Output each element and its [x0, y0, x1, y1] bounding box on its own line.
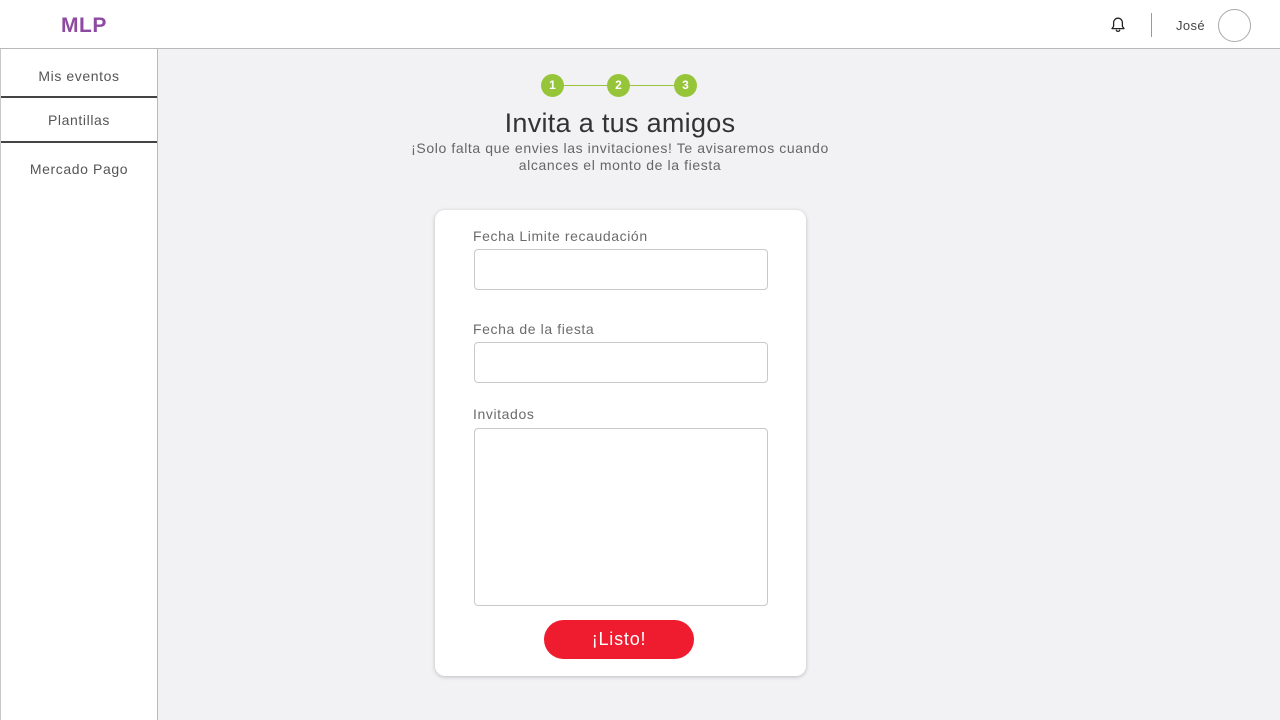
user-name: José	[1176, 18, 1206, 33]
step-1[interactable]: 1	[541, 74, 564, 97]
step-2[interactable]: 2	[607, 74, 630, 97]
avatar[interactable]	[1218, 9, 1251, 42]
guests-textarea[interactable]	[474, 428, 768, 606]
bell-icon[interactable]	[1109, 16, 1127, 34]
app-logo[interactable]: MLP	[61, 14, 107, 38]
sidebar-item-mercado-pago[interactable]: Mercado Pago	[1, 143, 157, 193]
party-date-label: Fecha de la fiesta	[473, 321, 595, 337]
deadline-label: Fecha Limite recaudación	[473, 228, 648, 244]
sidebar: Mis eventos Plantillas Mercado Pago	[0, 49, 158, 720]
invite-form-card: Fecha Limite recaudación Fecha de la fie…	[435, 210, 806, 676]
guests-label: Invitados	[473, 406, 535, 422]
submit-button[interactable]: ¡Listo!	[544, 620, 694, 659]
page-title: Invita a tus amigos	[504, 108, 736, 138]
deadline-input[interactable]	[474, 249, 768, 290]
sidebar-item-mis-eventos[interactable]: Mis eventos	[1, 49, 157, 98]
sidebar-item-plantillas[interactable]: Plantillas	[1, 98, 157, 143]
top-bar: MLP José	[0, 0, 1280, 49]
header-divider	[1151, 13, 1152, 37]
page-subtitle: ¡Solo falta que envies las invitaciones!…	[411, 140, 829, 173]
progress-stepper: 1 2 3	[541, 74, 698, 97]
step-3[interactable]: 3	[674, 74, 697, 97]
party-date-input[interactable]	[474, 342, 768, 383]
